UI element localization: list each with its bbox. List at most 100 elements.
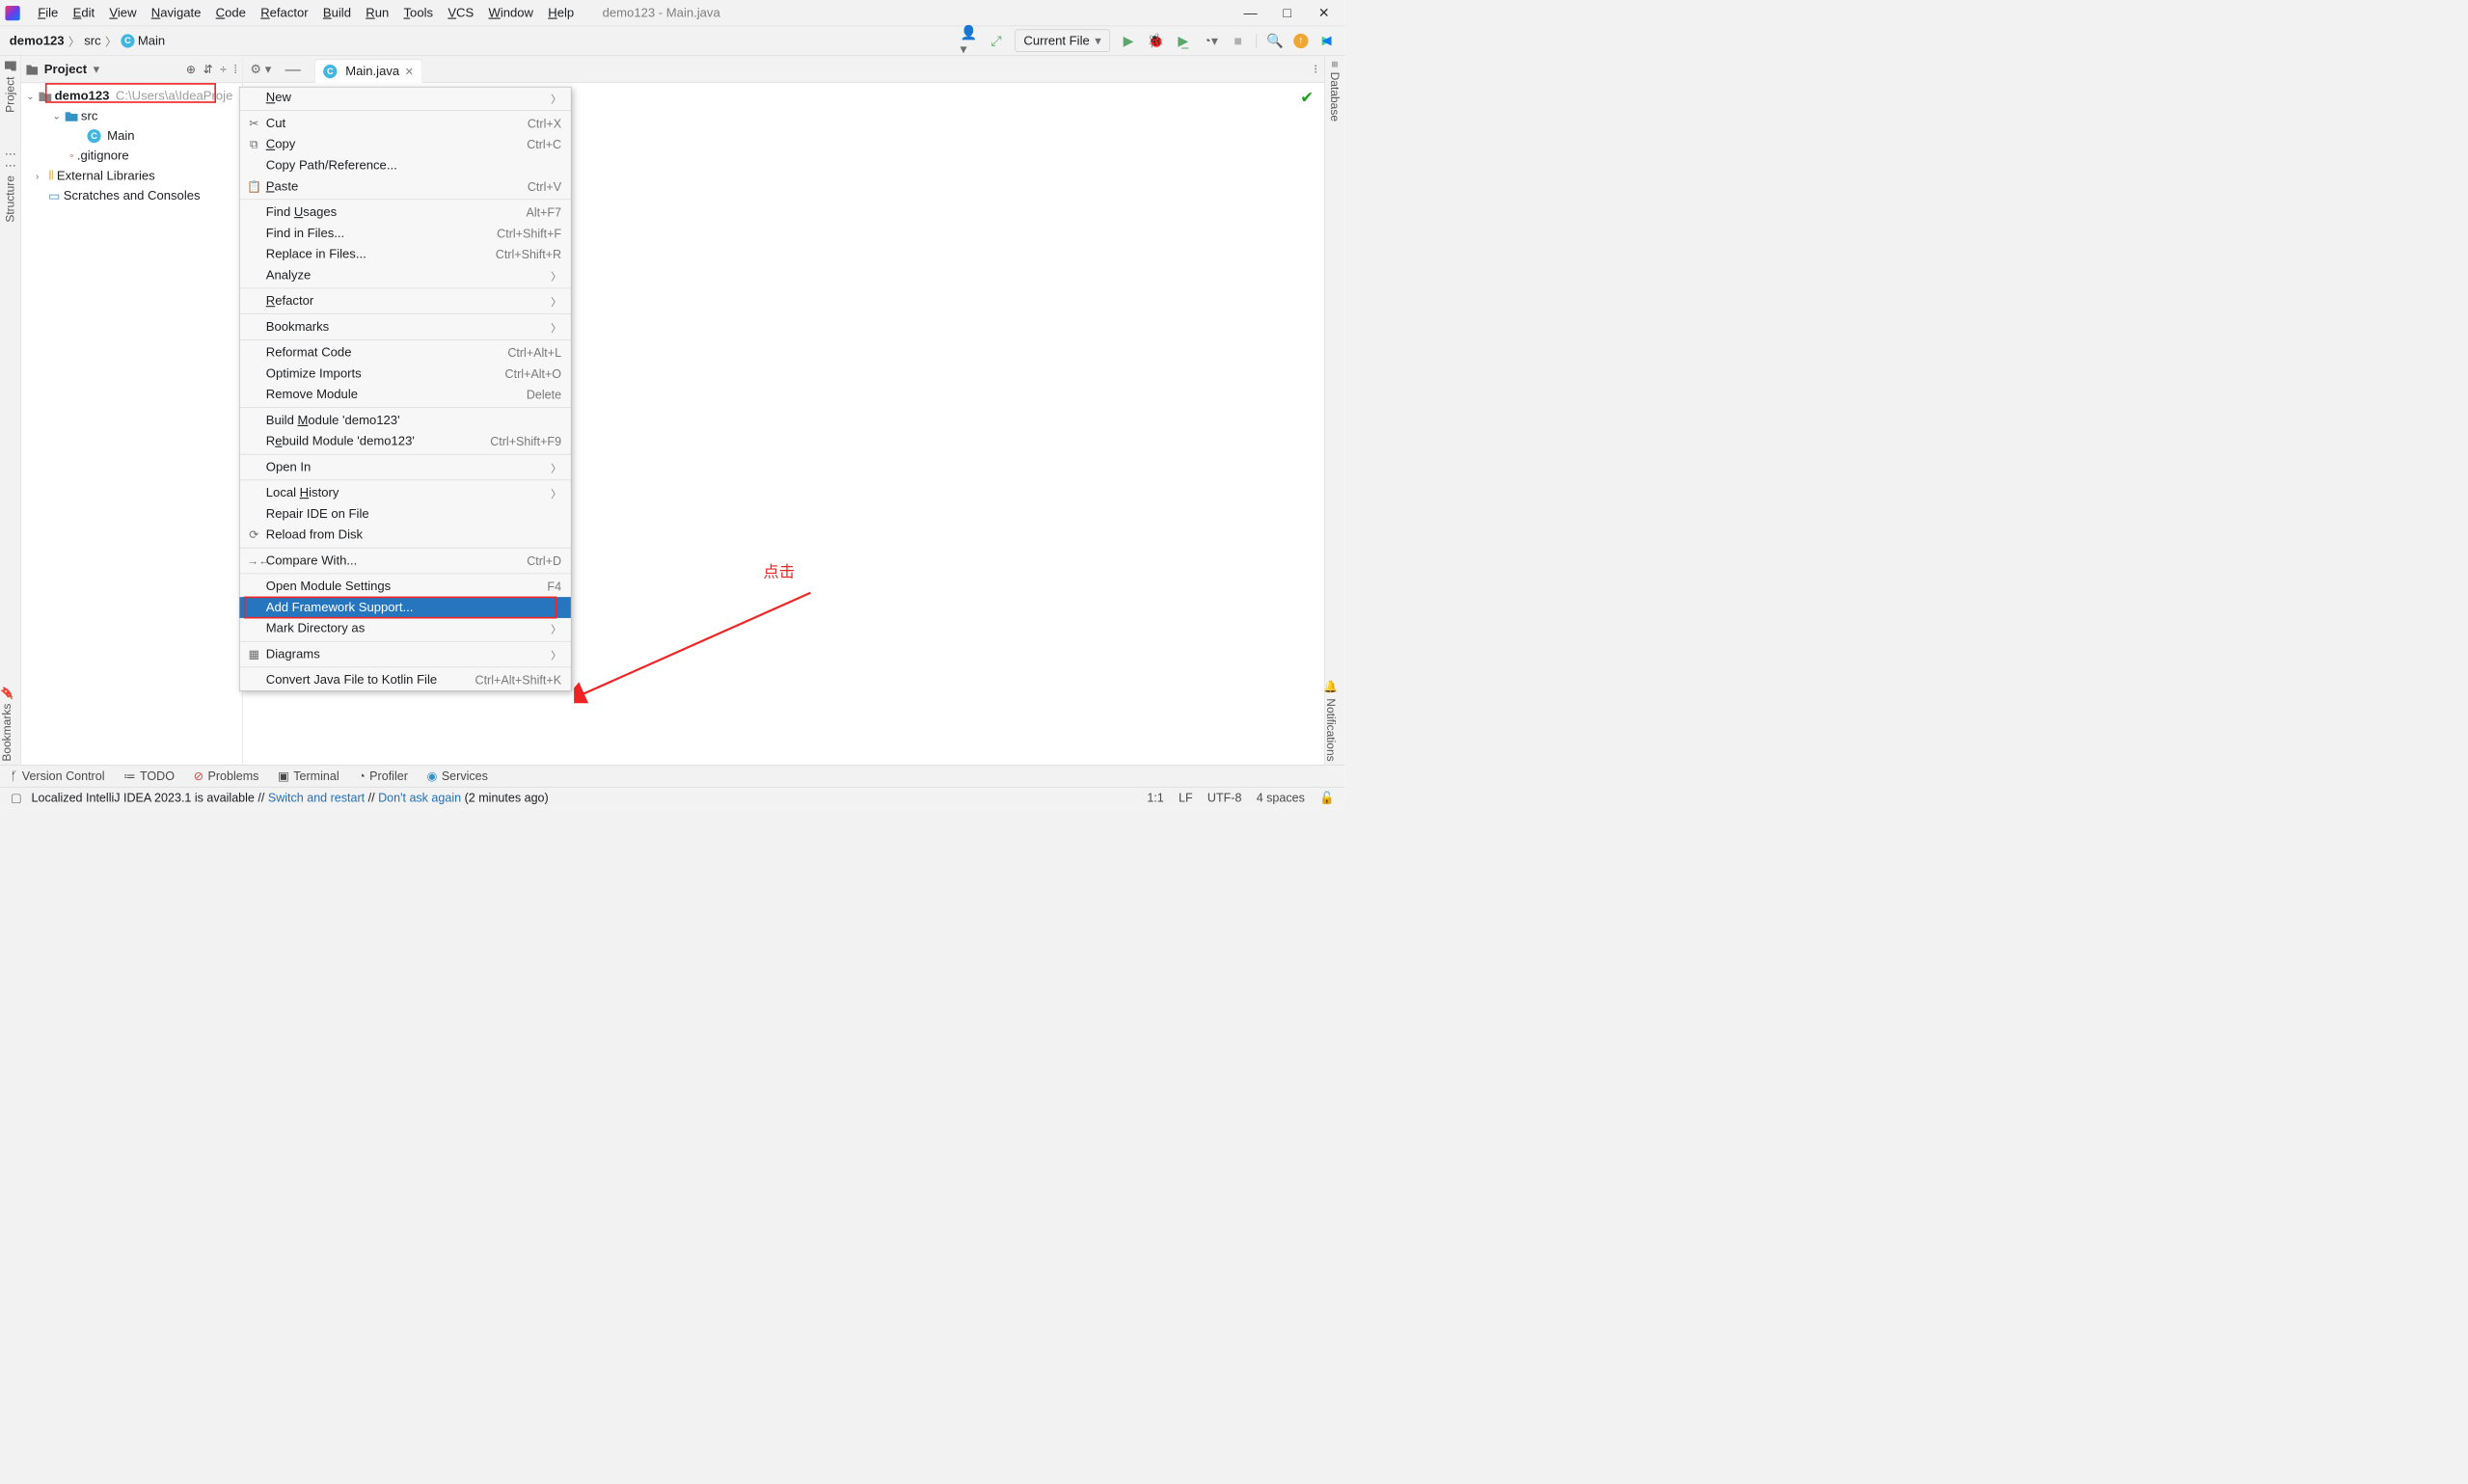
problems-tool-button[interactable]: ⊘Problems [194,769,259,783]
ctx-optimize-imports[interactable]: Optimize ImportsCtrl+Alt+O [240,364,571,385]
ctx-rebuild-module-demo123[interactable]: Rebuild Module 'demo123'Ctrl+Shift+F9 [240,431,571,452]
code-with-me-icon[interactable] [1317,32,1336,50]
debug-button[interactable]: 🐞 [1147,32,1165,50]
menu-run[interactable]: Run [359,2,396,23]
more-icon[interactable]: ⁝ [1314,62,1324,77]
ctx-mark-directory-as[interactable]: Mark Directory as〉 [240,618,571,639]
chevron-down-icon[interactable]: ▾ [94,62,100,77]
inspection-ok-icon[interactable]: ✔ [1300,89,1314,107]
run-configuration-select[interactable]: Current File ▾ [1015,30,1110,52]
coverage-button[interactable]: ▶̲ [1175,32,1193,50]
ctx-find-usages[interactable]: Find UsagesAlt+F7 [240,202,571,223]
context-menu[interactable]: New〉 ✂CutCtrl+X⧉CopyCtrl+CCopy Path/Refer… [239,87,571,691]
ctx-build-module-demo123[interactable]: Build Module 'demo123' [240,410,571,431]
services-tool-button[interactable]: ◉Services [427,769,488,783]
ctx-open-in[interactable]: Open In〉 [240,457,571,478]
ctx-find-in-files[interactable]: Find in Files...Ctrl+Shift+F [240,223,571,244]
notifications-tool-button[interactable]: 🔔 Notifications [1324,680,1338,761]
tree-external-libs[interactable]: › ⫴ External Libraries [21,166,242,186]
minimize-button[interactable]: — [1242,5,1258,21]
bookmarks-tool-button[interactable]: Bookmarks 🔖 [0,686,14,762]
ctx-copy-path-reference[interactable]: Copy Path/Reference... [240,155,571,176]
menu-window[interactable]: Window [481,2,541,23]
menu-view[interactable]: View [102,2,144,23]
terminal-tool-button[interactable]: ▣Terminal [278,769,339,783]
menu-code[interactable]: Code [208,2,254,23]
file-encoding[interactable]: UTF-8 [1207,791,1242,805]
ctx-compare-with[interactable]: →←Compare With...Ctrl+D [240,551,571,572]
ctx-copy[interactable]: ⧉CopyCtrl+C [240,134,571,155]
ctx-refactor[interactable]: Refactor〉 [240,290,571,311]
switch-restart-link[interactable]: Switch and restart [268,791,365,804]
menu-refactor[interactable]: Refactor [254,2,316,23]
close-button[interactable]: ✕ [1316,5,1332,21]
indent-setting[interactable]: 4 spaces [1257,791,1305,805]
menu-help[interactable]: Help [541,2,582,23]
menu-separator [240,480,571,481]
search-everywhere-icon[interactable]: 🔍 [1266,32,1285,50]
project-tree[interactable]: ⌄ demo123 C:\Users\a\IdeaProje ⌄ src C M… [21,83,242,765]
update-icon[interactable]: ↑ [1293,34,1308,48]
ctx-replace-in-files[interactable]: Replace in Files...Ctrl+Shift+R [240,244,571,265]
ctx-open-module-settings[interactable]: Open Module SettingsF4 [240,576,571,597]
status-icon[interactable]: ▢ [11,791,22,805]
settings-icon[interactable]: ⁞ [233,63,236,76]
ctx-diagrams[interactable]: ▦Diagrams〉 [240,644,571,665]
build-icon[interactable]: ⤢ [988,32,1006,50]
dont-ask-link[interactable]: Don't ask again [378,791,461,804]
ctx-analyze[interactable]: Analyze〉 [240,265,571,286]
menu-tools[interactable]: Tools [396,2,441,23]
tree-src-node[interactable]: ⌄ src [21,106,242,126]
project-view-label[interactable]: Project [44,62,87,76]
ctx-local-history[interactable]: Local History〉 [240,482,571,503]
hide-button[interactable]: — [285,60,301,78]
tree-scratches[interactable]: ▭ Scratches and Consoles [21,186,242,206]
menu-vcs[interactable]: VCS [441,2,481,23]
menu-item-label: Find Usages [266,205,337,220]
ctx-bookmarks[interactable]: Bookmarks〉 [240,316,571,337]
close-tab-icon[interactable]: ✕ [405,65,414,78]
select-opened-file-icon[interactable]: ⊕ [186,63,196,76]
stop-button[interactable]: ■ [1229,32,1247,50]
ctx-add-framework-support[interactable]: Add Framework Support... [240,597,571,618]
profiler-tool-button[interactable]: ◔Profiler [358,769,408,783]
ctx-paste[interactable]: 📋PasteCtrl+V [240,176,571,198]
maximize-button[interactable]: □ [1280,5,1295,21]
run-config-label: Current File [1023,34,1089,48]
line-separator[interactable]: LF [1179,791,1193,805]
ctx-repair-ide-on-file[interactable]: Repair IDE on File [240,503,571,525]
todo-tool-button[interactable]: ≔TODO [123,769,175,783]
ctx-reload-from-disk[interactable]: ⟳Reload from Disk [240,525,571,546]
caret-position[interactable]: 1:1 [1147,791,1163,805]
tree-root-node[interactable]: ⌄ demo123 C:\Users\a\IdeaProje [21,86,242,106]
menu-edit[interactable]: Edit [66,2,102,23]
tree-gitignore-node[interactable]: ◦ .gitignore [21,147,242,167]
structure-tool-button[interactable]: Structure ⋮⋮ [4,148,17,223]
expand-all-icon[interactable]: ⇵ [203,63,213,76]
ctx-cut[interactable]: ✂CutCtrl+X [240,113,571,134]
database-tool-button[interactable]: ≡ Database [1328,61,1342,121]
breadcrumb-root[interactable]: demo123 [10,34,65,48]
readonly-icon[interactable]: 🔓 [1319,791,1335,805]
project-tool-button[interactable]: Project [4,61,17,113]
menu-build[interactable]: Build [315,2,358,23]
breadcrumb-file[interactable]: Main [138,34,165,48]
services-icon: ◉ [427,769,438,783]
ctx-remove-module[interactable]: Remove ModuleDelete [240,384,571,405]
menu-file[interactable]: File [31,2,66,23]
collapse-all-icon[interactable]: ÷ [220,63,227,76]
menu-navigate[interactable]: Navigate [144,2,208,23]
profile-button[interactable]: ◔▾ [1202,32,1220,50]
gear-icon[interactable]: ⚙ ▾ [250,62,271,77]
tree-main-node[interactable]: C Main [21,126,242,147]
run-button[interactable]: ▶ [1120,32,1138,50]
user-icon[interactable]: 👤▾ [960,32,978,50]
tree-node-label: Scratches and Consoles [64,189,201,203]
editor-tab-main[interactable]: C Main.java ✕ [314,60,422,84]
ctx-reformat-code[interactable]: Reformat CodeCtrl+Alt+L [240,342,571,364]
version-control-tool-button[interactable]: ᚶVersion Control [11,769,105,783]
bottom-tool-bar: ᚶVersion Control ≔TODO ⊘Problems ▣Termin… [0,765,1345,787]
ctx-convert-java-file-to-kotlin-file[interactable]: Convert Java File to Kotlin FileCtrl+Alt… [240,669,571,690]
breadcrumb-src[interactable]: src [84,34,100,48]
ctx-new[interactable]: New〉 [240,87,571,108]
